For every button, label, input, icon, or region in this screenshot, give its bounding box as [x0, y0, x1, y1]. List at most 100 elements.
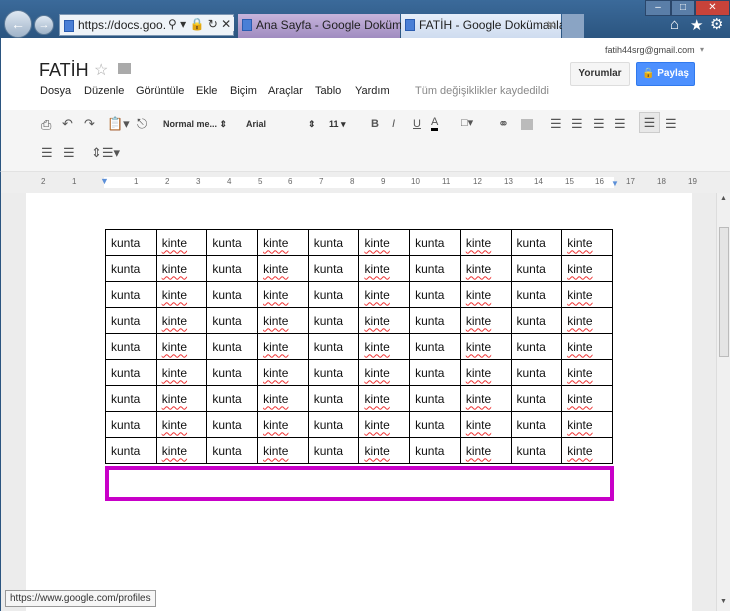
table-cell[interactable]: kinte — [459, 359, 512, 386]
image-icon[interactable] — [521, 119, 533, 130]
table-cell[interactable]: kinte — [257, 229, 309, 256]
table-cell[interactable]: kunta — [307, 437, 360, 464]
favorites-star-icon[interactable]: ★ — [690, 16, 703, 34]
table-cell[interactable]: kunta — [510, 307, 563, 334]
link-icon[interactable]: ⚭ — [498, 116, 509, 132]
table-cell[interactable]: kinte — [257, 281, 309, 308]
table-cell[interactable]: kunta — [409, 333, 461, 360]
table-cell[interactable]: kunta — [409, 385, 461, 412]
tab-ana-sayfa[interactable]: Ana Sayfa - Google Dokümanlar — [238, 14, 429, 38]
table-cell[interactable]: kunta — [307, 255, 360, 282]
table-cell[interactable]: kinte — [155, 229, 208, 256]
table-cell[interactable]: kunta — [510, 281, 563, 308]
table-cell[interactable]: kunta — [206, 385, 259, 412]
table-cell[interactable]: kunta — [206, 411, 259, 438]
italic-button[interactable]: I — [392, 118, 395, 130]
table-cell[interactable]: kinte — [155, 385, 208, 412]
style-select[interactable]: Normal me... ⇕ — [163, 119, 227, 130]
gear-icon[interactable]: ⚙ — [710, 15, 723, 33]
align-center-icon[interactable]: ☰ — [665, 116, 677, 132]
table-cell[interactable]: kinte — [257, 307, 309, 334]
table-cell[interactable]: kinte — [257, 437, 309, 464]
table-cell[interactable]: kinte — [358, 307, 411, 334]
forward-button[interactable]: → — [34, 15, 54, 35]
left-indent-marker-icon[interactable]: ▼ — [100, 176, 109, 186]
table-cell[interactable]: kunta — [105, 411, 157, 438]
back-button[interactable]: ← — [4, 10, 32, 38]
bold-button[interactable]: B — [371, 118, 379, 130]
menu-duzenle[interactable]: Düzenle — [84, 85, 124, 97]
table-cell[interactable]: kunta — [105, 359, 157, 386]
maximize-button[interactable]: □ — [671, 0, 695, 16]
table-cell[interactable]: kunta — [206, 255, 259, 282]
increase-indent-icon[interactable]: ☰ — [614, 116, 626, 132]
close-tab-icon[interactable]: ✕ — [546, 14, 556, 36]
ruler[interactable]: ▼ ▼ 2 1 1 2 3 4 5 6 7 8 9 10 11 12 13 14… — [0, 172, 730, 193]
table-cell[interactable]: kunta — [510, 437, 563, 464]
menu-tablo[interactable]: Tablo — [315, 85, 341, 97]
table-cell[interactable]: kunta — [307, 307, 360, 334]
table-cell[interactable]: kinte — [561, 411, 613, 438]
table-cell[interactable]: kinte — [561, 281, 613, 308]
align-right-icon[interactable]: ☰ — [41, 145, 53, 161]
table-cell[interactable]: kinte — [257, 255, 309, 282]
menu-araclar[interactable]: Araçlar — [268, 85, 303, 97]
table-cell[interactable]: kinte — [561, 255, 613, 282]
account-chevron-down-icon[interactable]: ▾ — [700, 45, 704, 54]
font-size-select[interactable]: 11 ▾ — [329, 119, 346, 130]
vertical-scrollbar[interactable]: ▲ ▼ — [716, 193, 730, 611]
table-cell[interactable]: kunta — [206, 281, 259, 308]
table-cell[interactable]: kinte — [358, 437, 411, 464]
table-cell[interactable]: kinte — [561, 333, 613, 360]
table-cell[interactable]: kinte — [459, 333, 512, 360]
align-left-button[interactable]: ☰ — [639, 112, 660, 133]
table-cell[interactable]: kinte — [561, 437, 613, 464]
menu-ekle[interactable]: Ekle — [196, 85, 217, 97]
scroll-up-icon[interactable]: ▲ — [720, 195, 727, 202]
close-window-button[interactable]: ✕ — [695, 0, 730, 16]
table-cell[interactable]: kinte — [155, 437, 208, 464]
table-cell[interactable]: kinte — [561, 307, 613, 334]
table-cell[interactable]: kinte — [358, 385, 411, 412]
table-cell[interactable]: kunta — [105, 255, 157, 282]
numbered-list-icon[interactable]: ☰ — [550, 116, 562, 132]
table-cell[interactable]: kinte — [155, 255, 208, 282]
table-cell[interactable]: kunta — [307, 281, 360, 308]
table-cell[interactable]: kunta — [307, 411, 360, 438]
decrease-indent-icon[interactable]: ☰ — [593, 116, 605, 132]
folder-icon[interactable] — [118, 63, 131, 74]
table-cell[interactable]: kinte — [257, 385, 309, 412]
table-cell[interactable]: kinte — [459, 385, 512, 412]
font-select[interactable]: Arial ⇕ — [246, 119, 316, 129]
table-cell[interactable]: kinte — [358, 255, 411, 282]
undo-icon[interactable]: ↶ — [62, 116, 73, 132]
table-cell[interactable]: kinte — [358, 411, 411, 438]
star-icon[interactable]: ☆ — [94, 60, 108, 80]
print-icon[interactable]: ⎙ — [41, 117, 51, 133]
table-cell[interactable]: kunta — [510, 255, 563, 282]
menu-yardim[interactable]: Yardım — [355, 85, 390, 97]
address-icons[interactable]: ⚲ ▾ 🔒 ↻ ✕ — [165, 17, 235, 31]
share-button[interactable]: 🔒 Paylaş — [636, 62, 695, 86]
justify-icon[interactable]: ☰ — [63, 145, 75, 161]
table-cell[interactable]: kinte — [358, 229, 411, 256]
table-cell[interactable]: kunta — [510, 333, 563, 360]
table-cell[interactable]: kunta — [105, 307, 157, 334]
table-cell[interactable]: kunta — [307, 229, 360, 256]
table-cell[interactable]: kinte — [459, 307, 512, 334]
new-tab-button[interactable] — [562, 14, 584, 38]
tab-fatih[interactable]: FATİH - Google Dokümanlar ✕ — [401, 14, 570, 38]
table-cell[interactable]: kunta — [409, 255, 461, 282]
table-cell[interactable]: kunta — [206, 333, 259, 360]
table-cell[interactable]: kunta — [105, 333, 157, 360]
underline-button[interactable]: U — [413, 118, 421, 130]
table-cell[interactable]: kunta — [105, 437, 157, 464]
table-cell[interactable]: kunta — [105, 385, 157, 412]
table-cell[interactable]: kunta — [409, 359, 461, 386]
table-cell[interactable]: kunta — [510, 385, 563, 412]
highlighted-empty-row[interactable] — [105, 466, 614, 501]
table-cell[interactable]: kunta — [510, 411, 563, 438]
table-cell[interactable]: kinte — [155, 359, 208, 386]
text-color-button[interactable]: A — [431, 116, 439, 131]
table-cell[interactable]: kunta — [206, 229, 259, 256]
